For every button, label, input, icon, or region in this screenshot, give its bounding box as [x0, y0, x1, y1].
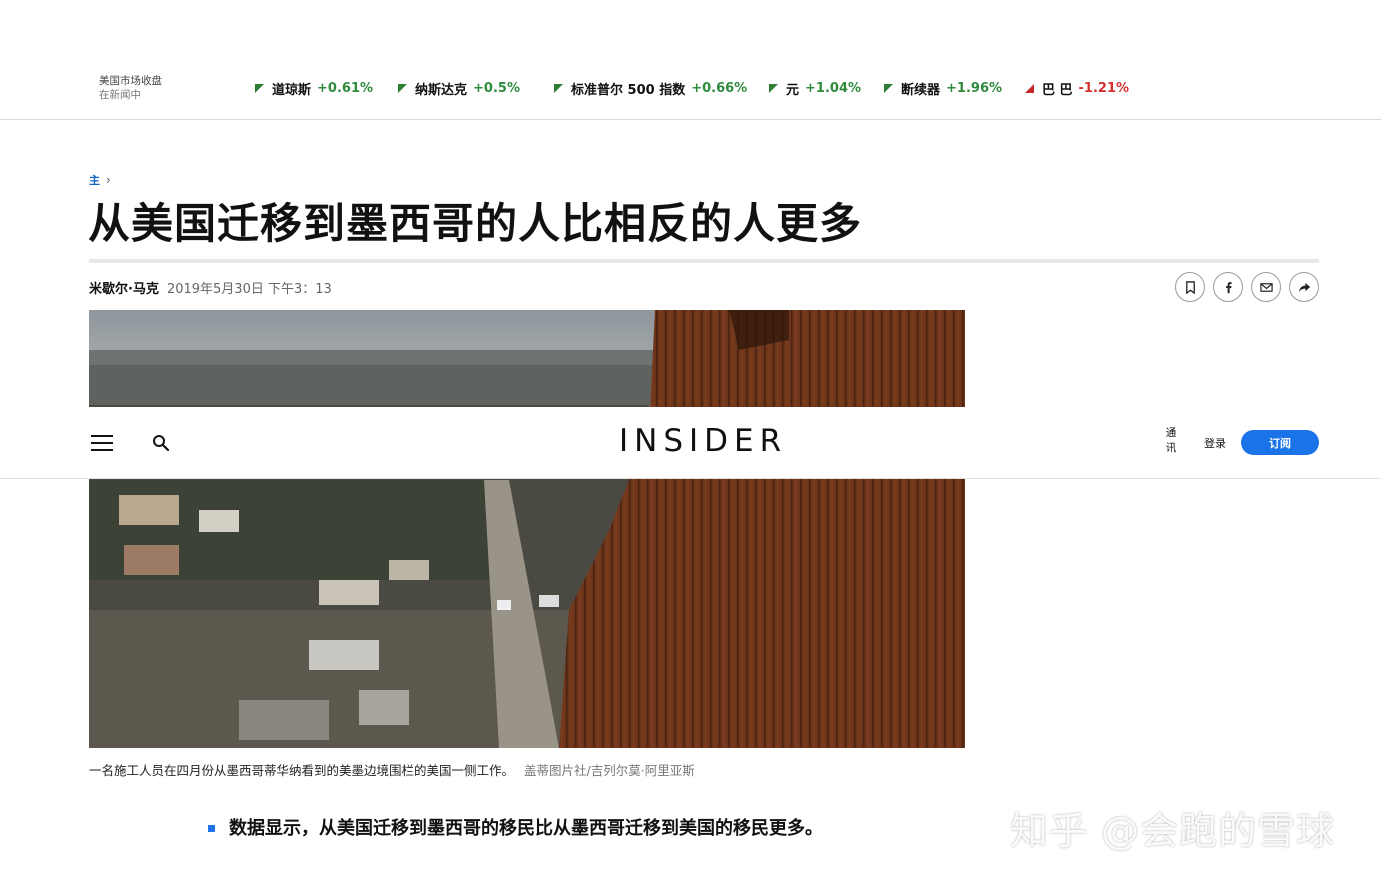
ticker-item-baba[interactable]: 巴 巴 -1.21%: [1025, 79, 1130, 98]
chevron-right-icon: ›: [106, 173, 111, 187]
ticker-change: -1.21%: [1078, 80, 1130, 96]
subscribe-button[interactable]: 订阅: [1241, 430, 1319, 455]
ticker-change: +1.04%: [805, 80, 862, 96]
ticker-item-dow[interactable]: 道琼斯 +0.61%: [255, 79, 374, 98]
ticker-label: 美国市场收盘 在新闻中: [99, 74, 162, 102]
ticker-name: 标准普尔 500 指数: [571, 82, 686, 98]
ticker-item-nasdaq[interactable]: 纳斯达克 +0.5%: [398, 79, 520, 98]
email-icon: [1259, 282, 1273, 292]
search-icon[interactable]: [152, 434, 170, 452]
up-arrow-icon: [769, 83, 778, 93]
ticker-change: +0.61%: [317, 80, 374, 96]
zhihu-watermark: 知乎 @会跑的雪球: [1010, 809, 1336, 853]
up-arrow-icon: [884, 83, 893, 93]
author-name[interactable]: 米歇尔·马克: [89, 278, 159, 297]
bookmark-button[interactable]: [1175, 272, 1205, 302]
ticker-item-yuan[interactable]: 元 +1.04%: [769, 79, 862, 98]
breadcrumb: 主 ›: [89, 172, 111, 188]
ticker-name: 纳斯达克: [415, 82, 468, 98]
photo-caption: 一名施工人员在四月份从墨西哥蒂华纳看到的美墨边境围栏的美国一侧工作。 盖蒂图片社/…: [89, 760, 695, 779]
ticker-name: 元: [786, 82, 800, 98]
ticker-change: +1.96%: [946, 80, 1003, 96]
email-share-button[interactable]: [1251, 272, 1281, 302]
ticker-label-subtitle: 在新闻中: [99, 89, 141, 101]
up-arrow-icon: [255, 83, 264, 93]
up-arrow-icon: [398, 83, 407, 93]
newsletter-link[interactable]: 通讯: [1163, 426, 1179, 456]
bookmark-icon: [1185, 280, 1195, 294]
ticker-name: 巴 巴: [1042, 82, 1073, 98]
headline-divider: [89, 259, 1319, 263]
login-link[interactable]: 登录: [1204, 435, 1226, 451]
ticker-change: +0.66%: [691, 80, 748, 96]
ticker-name: 道琼斯: [272, 82, 312, 98]
facebook-icon: [1225, 281, 1232, 293]
ticker-change: +0.5%: [473, 80, 520, 96]
bullet-marker: [208, 825, 215, 832]
ticker-name: 断续器: [901, 82, 941, 98]
ticker-label-title: 美国市场收盘: [99, 75, 162, 87]
share-toolbar: [1175, 272, 1319, 302]
article-headline: 从美国迁移到墨西哥的人比相反的人更多: [88, 199, 863, 248]
caption-text: 一名施工人员在四月份从墨西哥蒂华纳看到的美墨边境围栏的美国一侧工作。: [89, 763, 515, 778]
hero-photo: [89, 310, 965, 748]
key-point: 数据显示，从美国迁移到墨西哥的移民比从墨西哥迁移到美国的移民更多。: [208, 815, 848, 843]
border-fence-photo: [89, 310, 965, 748]
market-ticker: 美国市场收盘 在新闻中 道琼斯 +0.61% 纳斯达克 +0.5% 标准普尔 5…: [0, 0, 1381, 120]
ticker-item-sp500[interactable]: 标准普尔 500 指数 +0.66%: [554, 79, 748, 98]
breadcrumb-home-link[interactable]: 主: [89, 172, 100, 188]
share-button[interactable]: [1289, 272, 1319, 302]
insider-logo[interactable]: INSIDER: [619, 423, 787, 459]
down-arrow-icon: [1025, 83, 1034, 93]
share-icon: [1298, 282, 1310, 292]
sticky-nav: INSIDER 通讯 登录 订阅: [0, 407, 1381, 479]
publish-date: 2019年5月30日 下午3：13: [166, 282, 332, 297]
key-point-text: 数据显示，从美国迁移到墨西哥的移民比从墨西哥迁移到美国的移民更多。: [229, 818, 823, 839]
menu-icon[interactable]: [91, 435, 113, 451]
byline: 米歇尔·马克 2019年5月30日 下午3：13: [89, 278, 332, 297]
facebook-share-button[interactable]: [1213, 272, 1243, 302]
photo-credit: 盖蒂图片社/吉列尔莫·阿里亚斯: [524, 763, 695, 778]
ticker-item-interrupter[interactable]: 断续器 +1.96%: [884, 79, 1003, 98]
up-arrow-icon: [554, 83, 563, 93]
